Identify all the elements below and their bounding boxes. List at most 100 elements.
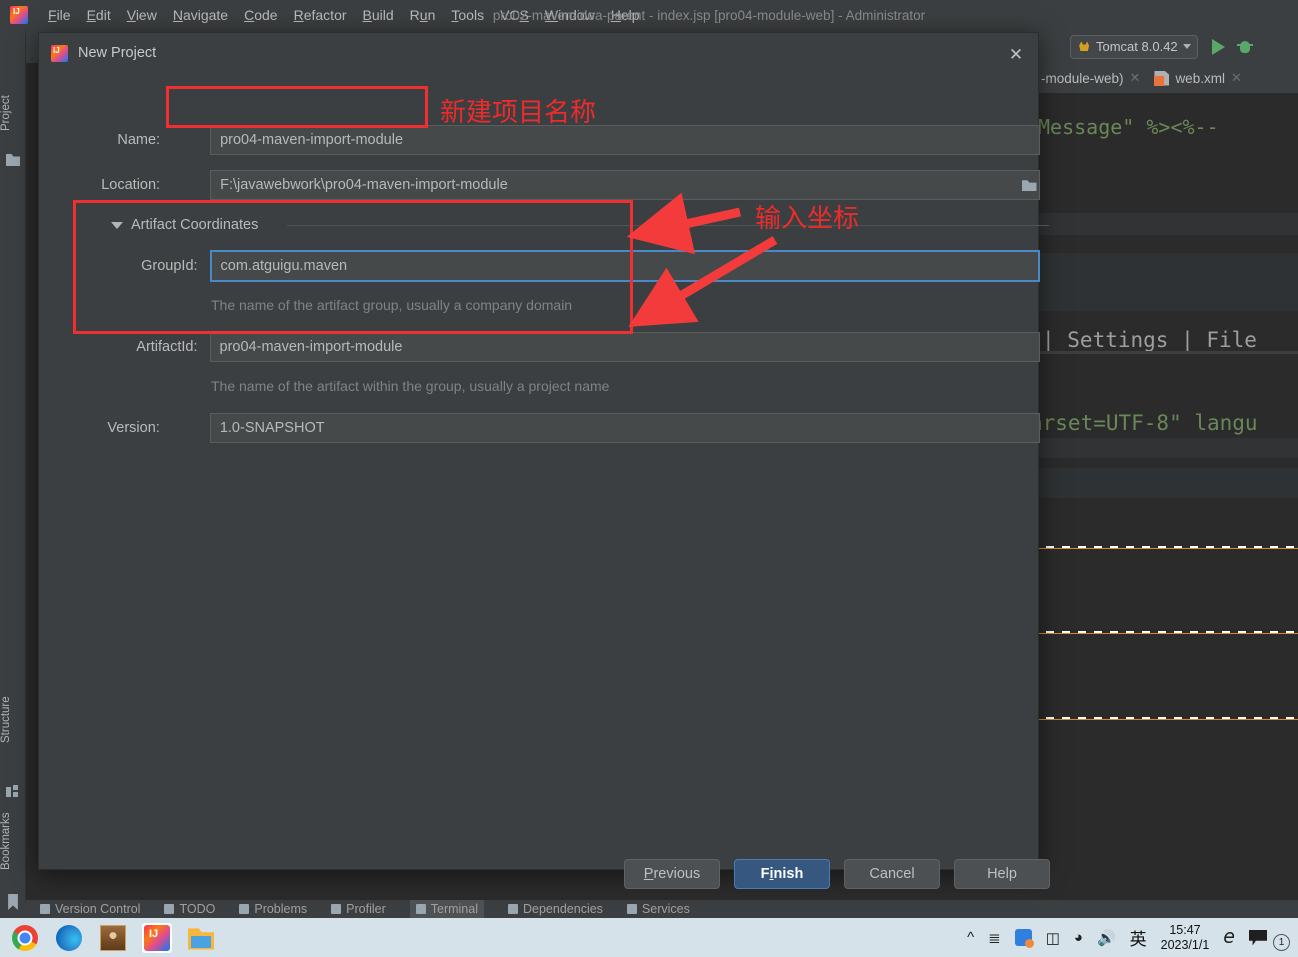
tool-window-profiler[interactable]: Profiler (331, 902, 386, 916)
menu-navigate[interactable]: Navigate (165, 5, 236, 25)
run-configuration-selector[interactable]: Tomcat 8.0.42 (1070, 34, 1198, 59)
tool-window-version-control[interactable]: Version Control (40, 902, 140, 916)
artifactid-row: ArtifactId: pro04-maven-import-module (39, 332, 1040, 362)
sidebar-item-bookmarks[interactable]: Bookmarks (0, 800, 26, 882)
menu-vcs[interactable]: VCS (492, 5, 537, 25)
artifact-coordinates-section-header[interactable]: Artifact Coordinates (111, 217, 258, 233)
tool-window-bar: Version Control TODO Problems Profiler T… (26, 900, 1298, 918)
structure-squares-icon (6, 785, 20, 799)
tool-window-dependencies[interactable]: Dependencies (508, 902, 603, 916)
left-tool-strip: Project Structure Bookmarks (0, 30, 26, 910)
cancel-button[interactable]: Cancel (844, 859, 940, 889)
taskbar-game-icon[interactable] (98, 923, 128, 953)
dialog-header: New Project (39, 33, 1038, 73)
tool-window-dependencies-label: Dependencies (523, 902, 603, 916)
editor-marker-line (1030, 717, 1298, 719)
speaker-icon[interactable]: 🔊 (1097, 929, 1116, 947)
clock[interactable]: 15:47 2023/1/1 (1161, 923, 1210, 952)
finish-button[interactable]: Finish (734, 859, 830, 889)
dialog-title: New Project (78, 45, 157, 61)
windows-taskbar: ^ ≣ ◫ ◕ 🔊 英 15:47 2023/1/1 𝘦 1 (0, 918, 1298, 957)
name-label: Name: (117, 132, 161, 148)
editor-tab-webxml[interactable]: web.xml ✕ (1147, 63, 1248, 93)
artifactid-label: ArtifactId: (136, 339, 198, 355)
code-line-1: Message" %><%-- (1038, 115, 1219, 139)
debug-bug-icon[interactable] (1236, 39, 1253, 55)
run-play-icon[interactable] (1211, 38, 1225, 55)
version-label: Version: (107, 420, 160, 436)
screen: File Edit View Navigate Code Refactor Bu… (0, 0, 1298, 957)
chevron-up-icon[interactable]: ^ (967, 929, 974, 946)
menu-view[interactable]: View (119, 5, 165, 25)
taskbar-apps (0, 922, 216, 953)
menu-run[interactable]: Run (402, 5, 444, 25)
menu-file[interactable]: File (40, 5, 79, 25)
location-input[interactable]: F:\javawebwork\pro04-maven-import-module (210, 170, 1040, 200)
sliders-icon[interactable]: ≣ (988, 929, 1001, 947)
editor-tab-jsp-label: -module-web) (1041, 70, 1124, 86)
menu-tools[interactable]: Tools (443, 5, 492, 25)
taskbar-chrome-icon[interactable] (10, 923, 40, 953)
close-icon[interactable]: ✕ (1130, 70, 1141, 86)
xml-file-icon (1154, 71, 1169, 86)
run-toolbar: Tomcat 8.0.42 (1030, 30, 1298, 63)
package-icon (508, 904, 518, 914)
menu-help[interactable]: Help (603, 5, 648, 25)
editor-tab-jsp[interactable]: -module-web) ✕ (1034, 63, 1147, 93)
ime-indicator[interactable]: 英 (1130, 925, 1147, 950)
version-row: Version: 1.0-SNAPSHOT (39, 413, 1040, 443)
editor-code[interactable]: Message" %><%-- | Settings | File arset=… (1030, 93, 1298, 903)
battery-icon[interactable]: ◫ (1046, 929, 1060, 947)
groupid-input[interactable]: com.atguigu.maven (209, 250, 1040, 282)
version-input[interactable]: 1.0-SNAPSHOT (209, 413, 1040, 443)
close-icon[interactable]: ✕ (1004, 43, 1028, 67)
taskbar-intellij-icon[interactable] (142, 922, 172, 953)
folder-browse-icon[interactable] (1017, 171, 1041, 199)
name-row: Name: pro04-maven-import-module (39, 125, 1040, 155)
name-input[interactable]: pro04-maven-import-module (210, 125, 1040, 155)
tomcat-cat-icon (1077, 40, 1091, 54)
wifi-icon[interactable]: ◕ (1074, 929, 1083, 946)
branch-icon (40, 904, 50, 914)
run-configuration-label: Tomcat 8.0.42 (1096, 39, 1178, 54)
notifications-count-badge: 1 (1273, 934, 1290, 951)
folder-icon (6, 153, 20, 166)
intellij-idea-icon (10, 6, 28, 24)
artifactid-input[interactable]: pro04-maven-import-module (209, 332, 1040, 362)
tool-window-todo-label: TODO (179, 902, 216, 916)
groupid-label: GroupId: (141, 258, 198, 274)
sidebar-item-structure[interactable]: Structure (0, 685, 26, 755)
menu-code[interactable]: Code (236, 5, 285, 25)
menu-bar: File Edit View Navigate Code Refactor Bu… (0, 0, 1298, 30)
artifact-coordinates-label: Artifact Coordinates (131, 217, 259, 233)
monitor-icon[interactable]: 𝘦 (1223, 926, 1235, 949)
groupid-row: GroupId: com.atguigu.maven (39, 250, 1040, 282)
menu-build[interactable]: Build (355, 5, 402, 25)
menu-edit[interactable]: Edit (79, 5, 119, 25)
blue-app-icon[interactable] (1014, 929, 1034, 948)
help-button[interactable]: Help (954, 859, 1050, 889)
location-row: Location: F:\javawebwork\pro04-maven-imp… (39, 170, 1040, 200)
tool-window-version-control-label: Version Control (55, 902, 141, 916)
bookmark-flag-icon (8, 894, 18, 910)
tool-window-terminal-label: Terminal (430, 902, 478, 916)
tool-window-todo[interactable]: TODO (164, 902, 215, 916)
services-icon (626, 904, 637, 914)
menu-window[interactable]: Window (537, 5, 603, 25)
tool-window-profiler-label: Profiler (346, 902, 386, 916)
annotation-name-note: 新建项目名称 (440, 98, 597, 128)
notifications-icon[interactable] (1249, 929, 1267, 946)
sidebar-item-project[interactable]: Project (0, 82, 26, 144)
tool-window-problems[interactable]: Problems (239, 902, 307, 916)
taskbar-edge-icon[interactable] (54, 923, 84, 953)
chevron-down-icon (1182, 44, 1191, 49)
tool-window-terminal[interactable]: Terminal (409, 900, 484, 918)
menu-refactor[interactable]: Refactor (286, 5, 355, 25)
tool-window-services-label: Services (641, 902, 690, 916)
previous-button[interactable]: Previous (624, 859, 720, 889)
code-line-2: | Settings | File (1042, 328, 1257, 352)
editor-tab-webxml-label: web.xml (1175, 70, 1225, 86)
taskbar-explorer-icon[interactable] (186, 923, 216, 953)
close-icon[interactable]: ✕ (1231, 70, 1242, 86)
tool-window-services[interactable]: Services (626, 902, 690, 916)
